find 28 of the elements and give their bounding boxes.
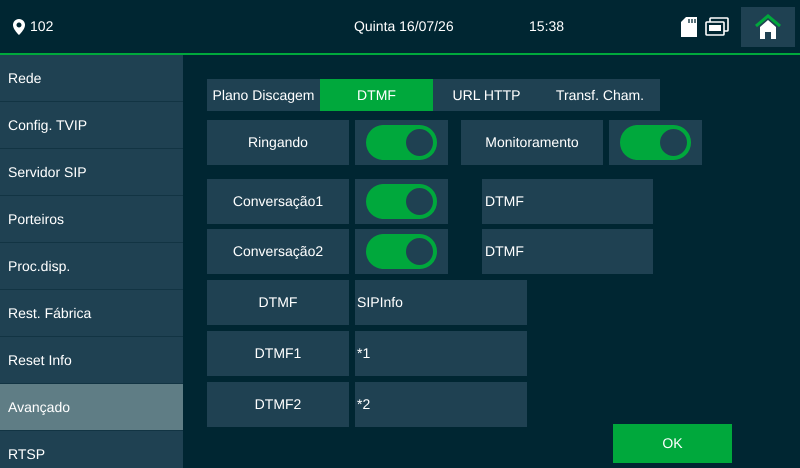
toggle-switch[interactable]	[366, 184, 437, 219]
input-field[interactable]: *2	[355, 382, 527, 427]
sidebar-item[interactable]: Avançado	[0, 384, 183, 431]
toggle-switch[interactable]	[620, 125, 691, 160]
time-text: 15:38	[529, 17, 564, 36]
setting-label: Conversação1	[207, 179, 349, 224]
date-text: Quinta 16/07/26	[354, 17, 455, 36]
tab[interactable]: Plano Discagem	[207, 79, 320, 111]
setting-label: Monitoramento	[461, 120, 603, 165]
setting-label: DTMF1	[207, 331, 349, 376]
tab[interactable]: URL HTTP	[433, 79, 540, 111]
toggle-switch[interactable]	[366, 234, 437, 269]
toggle-switch[interactable]	[366, 125, 437, 160]
home-icon	[754, 14, 782, 40]
dropdown-field[interactable]: DTMF	[482, 229, 653, 274]
monitors-icon	[705, 16, 730, 36]
input-field[interactable]: SIPInfo	[355, 280, 527, 325]
input-field[interactable]: *1	[355, 331, 527, 376]
setting-label: Ringando	[207, 120, 349, 165]
home-button[interactable]	[741, 6, 796, 46]
setting-label: DTMF	[207, 280, 349, 325]
dropdown-field[interactable]: DTMF	[482, 179, 653, 224]
setting-label: Conversação2	[207, 229, 349, 274]
sd-card-icon	[681, 16, 698, 36]
tab[interactable]: Transf. Cham.	[540, 79, 660, 111]
setting-label: DTMF2	[207, 382, 349, 427]
location-pin-icon	[13, 18, 25, 34]
room-number: 102	[30, 17, 54, 36]
